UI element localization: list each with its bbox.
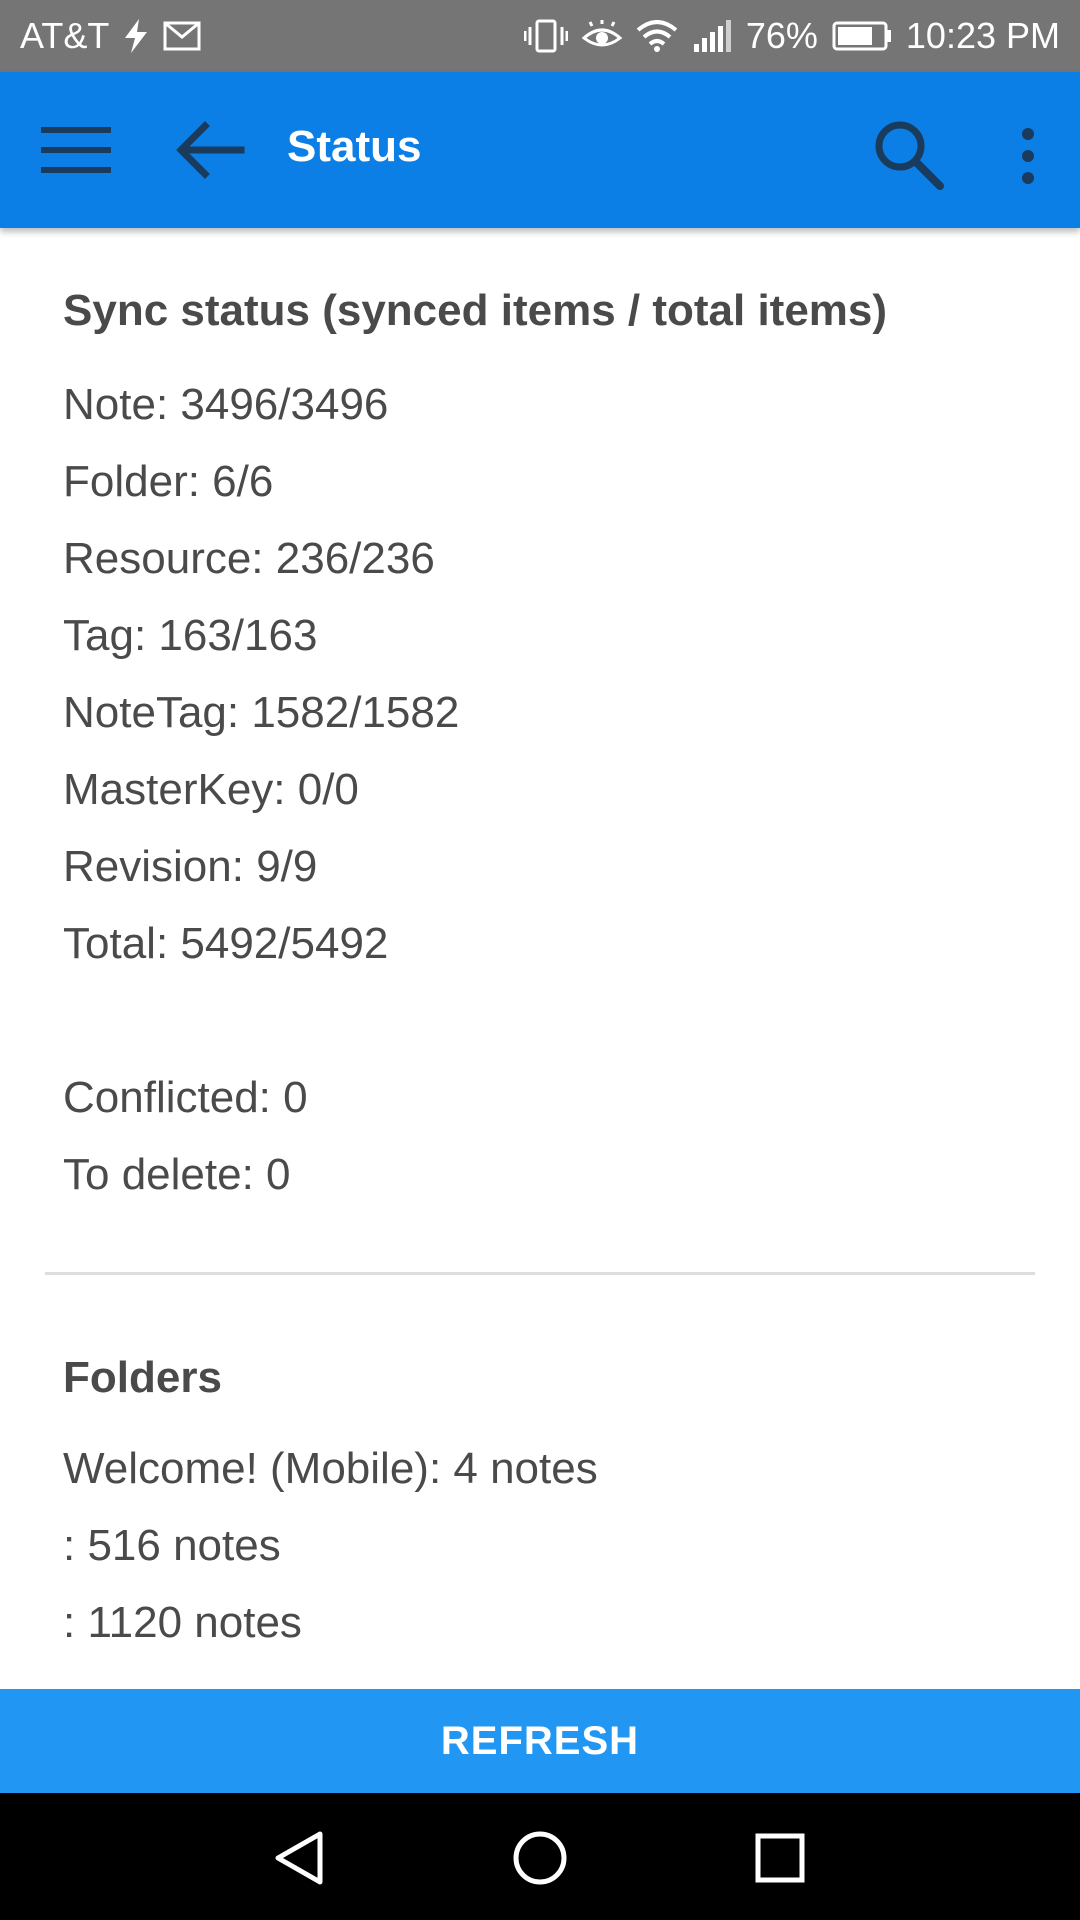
hamburger-menu-icon [41,127,111,173]
clock: 10:23 PM [905,15,1060,56]
search-icon [875,121,944,190]
gmail-icon [163,21,201,51]
battery-percent: 76% [745,15,818,56]
folders-title: Folders [63,1353,222,1402]
flash-icon [123,19,149,53]
sync-line-note: Note: 3496/3496 [63,380,389,429]
app-bar: Status [0,72,1080,228]
more-vertical-icon [1022,128,1034,184]
sync-status-title: Sync status (synced items / total items) [63,286,888,335]
refresh-button[interactable]: REFRESH [0,1689,1080,1793]
signal-icon [692,20,732,52]
sync-line-resource: Resource: 236/236 [63,534,435,583]
sync-line-total: Total: 5492/5492 [63,919,389,968]
menu-button[interactable] [38,120,114,180]
sync-line-to-delete: To delete: 0 [63,1150,291,1199]
navigation-bar [0,1793,1080,1920]
status-bar-right: 76% 10:23 PM [523,15,1060,57]
status-content[interactable]: Sync status (synced items / total items)… [0,228,1080,1688]
circle-home-icon [513,1831,567,1885]
status-bar: AT&T 76% 10:23 PM [0,0,1080,72]
folder-line: : 516 notes [63,1521,281,1570]
sync-line-folder: Folder: 6/6 [63,457,274,506]
nav-home-button[interactable] [505,1823,575,1893]
nav-back-button[interactable] [265,1823,335,1893]
eye-comfort-icon [581,20,622,52]
folder-line: Welcome! (Mobile): 4 notes [63,1444,598,1493]
more-options-button[interactable] [1010,120,1046,192]
back-button[interactable] [170,114,250,186]
triangle-back-icon [275,1831,323,1885]
arrow-left-icon [176,121,245,179]
folder-line: : 1120 notes [63,1598,302,1647]
wifi-icon [636,20,678,52]
sync-line-tag: Tag: 163/163 [63,611,318,660]
section-divider [45,1272,1035,1275]
page-title: Status [287,122,422,171]
sync-line-masterkey: MasterKey: 0/0 [63,765,359,814]
square-recents-icon [755,1833,805,1883]
search-button[interactable] [868,114,948,194]
battery-icon [832,21,892,51]
sync-line-revision: Revision: 9/9 [63,842,318,891]
nav-recents-button[interactable] [745,1823,815,1893]
vibrate-icon [523,19,568,53]
sync-line-conflicted: Conflicted: 0 [63,1073,308,1122]
status-bar-left: AT&T [20,15,201,57]
sync-line-notetag: NoteTag: 1582/1582 [63,688,460,737]
carrier-label: AT&T [20,15,110,56]
